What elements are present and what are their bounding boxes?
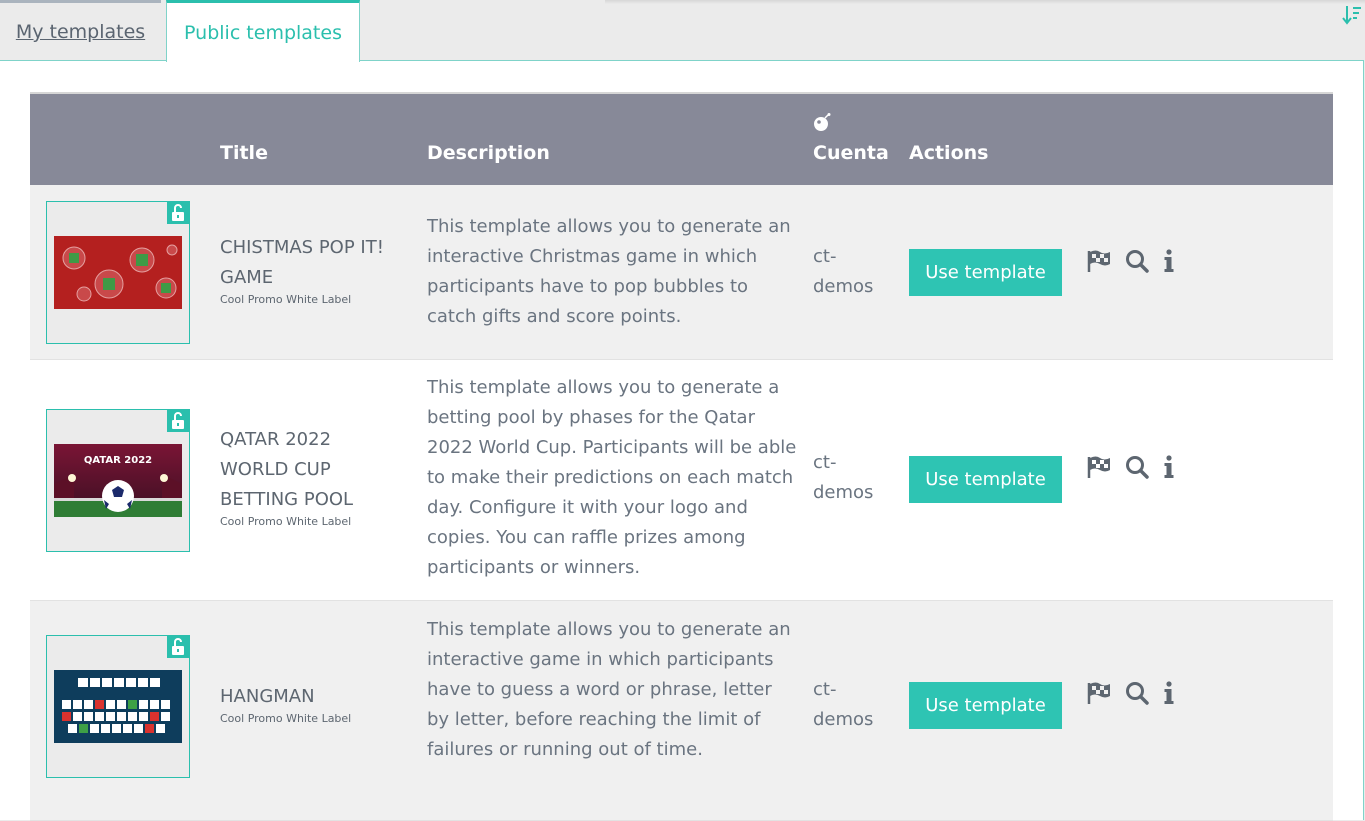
cuenta-line: demos: [813, 482, 874, 503]
template-title-line: WORLD CUP: [220, 459, 331, 480]
tab-public-templates[interactable]: Public templates: [166, 0, 360, 62]
template-title: HANGMAN: [220, 682, 410, 712]
title-cell: CHISTMAS POP IT! GAME Cool Promo White L…: [220, 233, 410, 307]
use-template-button[interactable]: Use template: [909, 249, 1062, 296]
header-actions: Actions: [909, 142, 989, 164]
template-cuenta: ct- demos: [813, 675, 893, 735]
template-description: This template allows you to generate a b…: [427, 377, 797, 578]
unlock-icon: [167, 410, 189, 432]
templates-table: Title Description Cuenta Actions CHISTMA…: [30, 92, 1333, 821]
template-title-line: BETTING POOL: [220, 489, 354, 510]
template-cuenta: ct- demos: [813, 448, 893, 508]
tab-my-templates[interactable]: My templates: [0, 0, 161, 61]
table-row: HANGMAN Cool Promo White Label This temp…: [30, 601, 1333, 821]
tab-bar: My templates Public templates: [0, 0, 1365, 62]
unlock-icon: [167, 636, 189, 658]
template-thumbnail[interactable]: [46, 201, 190, 344]
template-description: This template allows you to generate an …: [427, 619, 791, 760]
table-row: CHISTMAS POP IT! GAME Cool Promo White L…: [30, 185, 1333, 360]
header-description: Description: [427, 142, 550, 164]
cuenta-line: ct-: [813, 679, 837, 700]
checkered-flag-icon[interactable]: [1086, 454, 1112, 480]
template-title-line: CHISTMAS POP IT!: [220, 237, 384, 258]
template-subtitle: Cool Promo White Label: [220, 712, 352, 725]
bomb-icon: [814, 113, 831, 131]
template-title-line: GAME: [220, 267, 274, 288]
template-thumbnail[interactable]: QATAR 2022: [46, 409, 190, 552]
title-cell: HANGMAN Cool Promo White Label: [220, 682, 410, 726]
cuenta-line: ct-: [813, 452, 837, 473]
template-title: QATAR 2022 WORLD CUP BETTING POOL: [220, 425, 410, 515]
template-cuenta: ct- demos: [813, 242, 893, 302]
search-icon[interactable]: [1124, 680, 1150, 706]
sort-icon[interactable]: [1342, 4, 1362, 26]
info-icon[interactable]: [1156, 248, 1182, 274]
header-cuenta: Cuenta: [813, 142, 889, 164]
cuenta-line: ct-: [813, 246, 837, 267]
template-thumbnail[interactable]: [46, 635, 190, 778]
christmas-thumbnail-image: [54, 236, 182, 309]
cuenta-line: demos: [813, 276, 874, 297]
template-title-line: QATAR 2022: [220, 429, 332, 450]
checkered-flag-icon[interactable]: [1086, 680, 1112, 706]
template-title: CHISTMAS POP IT! GAME: [220, 233, 410, 293]
title-cell: QATAR 2022 WORLD CUP BETTING POOL Cool P…: [220, 425, 410, 529]
hangman-thumbnail-image: [54, 670, 182, 743]
use-template-button[interactable]: Use template: [909, 682, 1062, 729]
table-row: QATAR 2022 QATAR 2022 WORLD CUP BETTING …: [30, 360, 1333, 601]
use-template-button[interactable]: Use template: [909, 456, 1062, 503]
template-title-line: HANGMAN: [220, 686, 315, 707]
table-header: Title Description Cuenta Actions: [30, 94, 1333, 185]
qatar-thumbnail-image: QATAR 2022: [54, 444, 182, 517]
search-icon[interactable]: [1124, 248, 1150, 274]
header-title: Title: [220, 142, 268, 164]
cuenta-line: demos: [813, 709, 874, 730]
template-subtitle: Cool Promo White Label: [220, 515, 352, 528]
unlock-icon: [167, 202, 189, 224]
search-icon[interactable]: [1124, 454, 1150, 480]
checkered-flag-icon[interactable]: [1086, 248, 1112, 274]
templates-panel: Title Description Cuenta Actions CHISTMA…: [0, 60, 1364, 821]
info-icon[interactable]: [1156, 454, 1182, 480]
thumbnail-banner-text: QATAR 2022: [84, 455, 152, 466]
template-description: This template allows you to generate an …: [427, 216, 791, 327]
info-icon[interactable]: [1156, 680, 1182, 706]
template-subtitle: Cool Promo White Label: [220, 293, 352, 306]
